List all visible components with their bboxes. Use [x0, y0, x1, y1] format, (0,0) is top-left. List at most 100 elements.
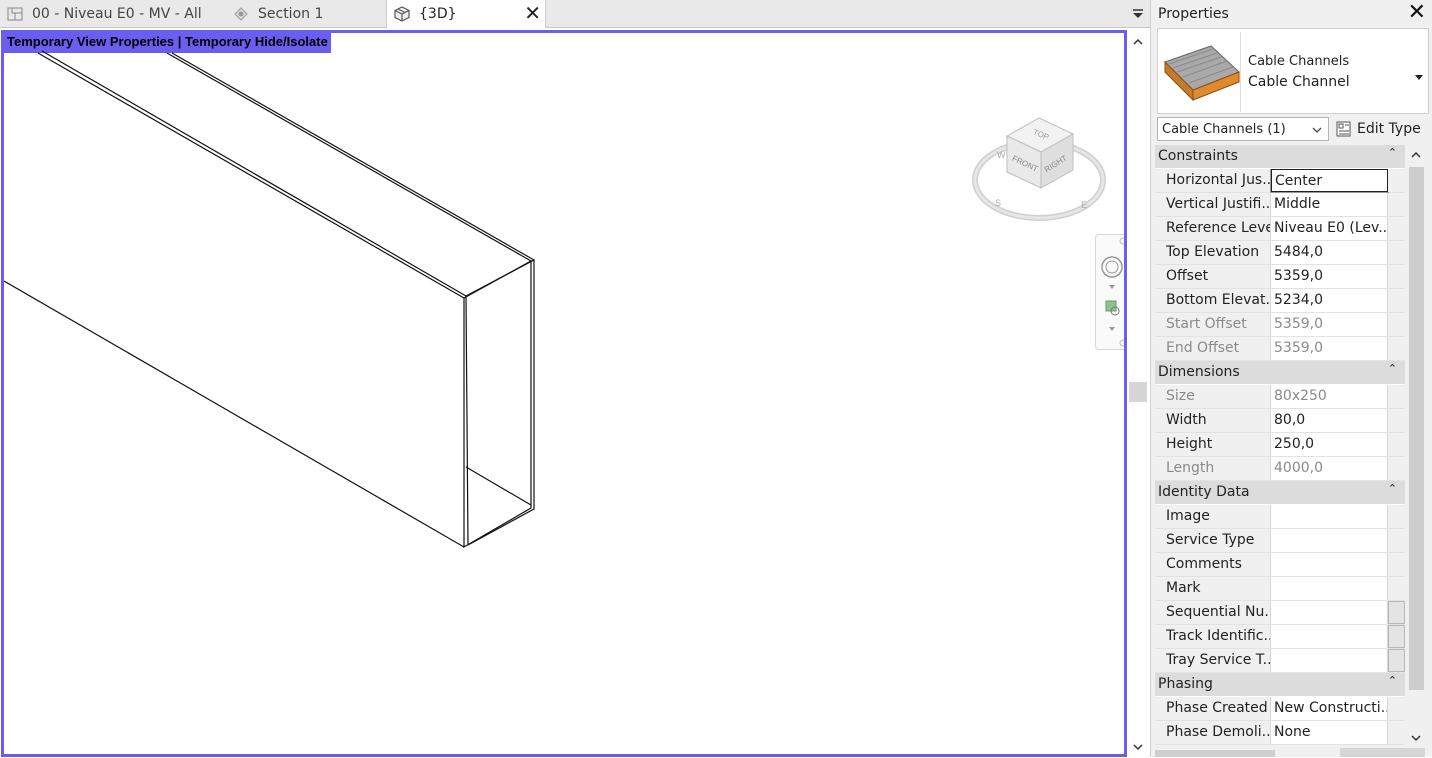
- floor-plan-icon: [6, 5, 24, 23]
- property-value: 5359,0: [1271, 313, 1388, 336]
- collapse-icon[interactable]: ⌃: [1388, 674, 1397, 687]
- property-value[interactable]: [1271, 625, 1388, 648]
- browse-button[interactable]: [1388, 625, 1405, 648]
- property-label: Vertical Justifi...: [1155, 193, 1271, 216]
- property-row: End Offset 5359,0: [1155, 337, 1405, 361]
- collapse-icon[interactable]: ⌃: [1388, 146, 1397, 159]
- properties-grid: Constraints ⌃ Horizontal Jus... Center Ver…: [1155, 145, 1405, 757]
- property-value[interactable]: [1271, 577, 1388, 600]
- tab-3d[interactable]: {3D} ✕: [386, 0, 546, 28]
- tab-label: {3D}: [419, 6, 457, 22]
- property-label: Comments: [1155, 553, 1271, 576]
- collapse-icon[interactable]: ⌃: [1388, 362, 1397, 375]
- tab-overflow-menu-icon[interactable]: [1130, 6, 1146, 22]
- property-label: Track Identific...: [1155, 625, 1271, 648]
- close-icon[interactable]: ✕: [524, 3, 541, 23]
- property-label: Phase Demoli...: [1155, 721, 1271, 744]
- property-label: Width: [1155, 409, 1271, 432]
- instance-filter-dropdown[interactable]: Cable Channels (1): [1157, 117, 1329, 141]
- group-identity-data[interactable]: Identity Data ⌃: [1155, 481, 1405, 505]
- 3d-view-icon: [393, 5, 411, 23]
- tab-section-1[interactable]: Section 1: [232, 0, 382, 28]
- property-value[interactable]: [1271, 553, 1388, 576]
- browse-button[interactable]: [1388, 601, 1405, 624]
- property-row: Size 80x250: [1155, 385, 1405, 409]
- property-label: Height: [1155, 433, 1271, 456]
- property-row[interactable]: Sequential Nu...: [1155, 601, 1405, 625]
- property-value[interactable]: [1271, 505, 1388, 528]
- svg-text:E: E: [1081, 200, 1087, 210]
- scroll-thumb[interactable]: [1409, 167, 1424, 690]
- property-row[interactable]: Offset 5359,0: [1155, 265, 1405, 289]
- property-value[interactable]: Niveau E0 (Lev...: [1271, 217, 1388, 240]
- property-value[interactable]: 5359,0: [1271, 265, 1388, 288]
- group-title: Constraints: [1158, 148, 1238, 164]
- edit-type-icon: [1335, 120, 1353, 138]
- scroll-thumb[interactable]: [1129, 382, 1147, 402]
- property-label: Horizontal Jus...: [1155, 169, 1271, 192]
- property-row[interactable]: Horizontal Jus... Center: [1155, 168, 1405, 193]
- property-value[interactable]: 80,0: [1271, 409, 1388, 432]
- scroll-up-icon[interactable]: [1131, 34, 1145, 48]
- collapse-icon[interactable]: ⌃: [1388, 482, 1397, 495]
- property-value[interactable]: [1271, 601, 1388, 624]
- property-label: Tray Service T...: [1155, 649, 1271, 672]
- property-value[interactable]: Middle: [1271, 193, 1388, 216]
- group-constraints[interactable]: Constraints ⌃: [1155, 145, 1405, 169]
- properties-title: Properties: [1158, 6, 1229, 22]
- property-label: Sequential Nu...: [1155, 601, 1271, 624]
- property-value[interactable]: 250,0: [1271, 433, 1388, 456]
- tab-label: Section 1: [258, 6, 324, 22]
- scroll-down-icon[interactable]: [1409, 730, 1423, 744]
- property-value: 4000,0: [1271, 457, 1388, 480]
- property-value[interactable]: New Constructi...: [1271, 697, 1388, 720]
- property-label: Length: [1155, 457, 1271, 480]
- browse-button[interactable]: [1388, 649, 1405, 672]
- type-selector[interactable]: Cable Channels Cable Channel: [1157, 28, 1429, 114]
- property-row[interactable]: Tray Service T...: [1155, 649, 1405, 673]
- edit-type-button[interactable]: Edit Type: [1335, 117, 1421, 141]
- navigation-bar[interactable]: [1095, 234, 1124, 350]
- property-value[interactable]: [1271, 529, 1388, 552]
- property-row[interactable]: Mark: [1155, 577, 1405, 601]
- property-row: Start Offset 5359,0: [1155, 313, 1405, 337]
- property-value[interactable]: [1271, 649, 1388, 672]
- group-phasing[interactable]: Phasing ⌃: [1155, 673, 1405, 697]
- property-row[interactable]: Bottom Elevat... 5234,0: [1155, 289, 1405, 313]
- property-row[interactable]: Phase Demoli... None: [1155, 721, 1405, 745]
- property-row[interactable]: Service Type: [1155, 529, 1405, 553]
- property-row[interactable]: Track Identific...: [1155, 625, 1405, 649]
- property-value[interactable]: 5484,0: [1271, 241, 1388, 264]
- property-value[interactable]: Center: [1270, 168, 1389, 193]
- tab-label: 00 - Niveau E0 - MV - All: [32, 6, 202, 22]
- property-label: Reference Level: [1155, 217, 1271, 240]
- property-label: Service Type: [1155, 529, 1271, 552]
- group-title: Identity Data: [1158, 484, 1250, 500]
- view-cube[interactable]: TOP FRONT RIGHT S E W: [969, 108, 1109, 228]
- chevron-down-icon[interactable]: [1311, 124, 1323, 134]
- scroll-down-icon[interactable]: [1131, 739, 1145, 753]
- scroll-up-icon[interactable]: [1409, 147, 1423, 161]
- property-row[interactable]: Phase Created New Constructi...: [1155, 697, 1405, 721]
- property-row[interactable]: Height 250,0: [1155, 433, 1405, 457]
- property-row[interactable]: Image: [1155, 505, 1405, 529]
- property-row[interactable]: Width 80,0: [1155, 409, 1405, 433]
- cable-channel-model[interactable]: [4, 33, 1124, 757]
- property-label: Phase Created: [1155, 697, 1271, 720]
- chevron-down-icon[interactable]: [1414, 67, 1424, 80]
- properties-scrollbar[interactable]: [1407, 145, 1425, 745]
- type-preview-image: [1161, 32, 1241, 112]
- group-dimensions[interactable]: Dimensions ⌃: [1155, 361, 1405, 385]
- property-row[interactable]: Comments: [1155, 553, 1405, 577]
- view-vertical-scrollbar[interactable]: [1128, 30, 1148, 757]
- property-value[interactable]: None: [1271, 721, 1388, 744]
- tab-floor-plan[interactable]: 00 - Niveau E0 - MV - All: [6, 0, 221, 28]
- view-tab-bar: 00 - Niveau E0 - MV - All Section 1 {3D}…: [0, 0, 1150, 28]
- property-value[interactable]: 5234,0: [1271, 289, 1388, 312]
- property-row[interactable]: Reference Level Niveau E0 (Lev...: [1155, 217, 1405, 241]
- property-row[interactable]: Top Elevation 5484,0: [1155, 241, 1405, 265]
- 3d-view-canvas[interactable]: Temporary View Properties | Temporary Hi…: [1, 30, 1127, 757]
- svg-text:S: S: [995, 198, 1001, 208]
- close-icon[interactable]: ✕: [1408, 2, 1426, 24]
- property-row[interactable]: Vertical Justifi... Middle: [1155, 193, 1405, 217]
